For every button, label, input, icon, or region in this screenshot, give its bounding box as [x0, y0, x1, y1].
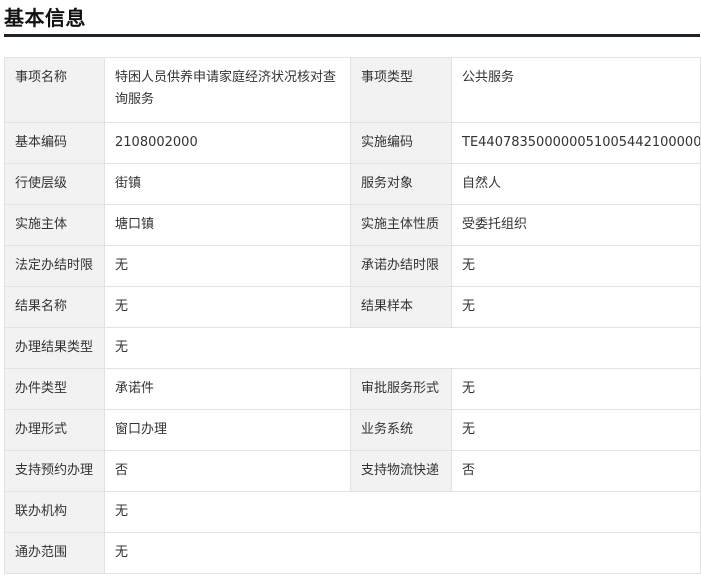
label-implementing-body: 实施主体: [4, 204, 105, 246]
label-item-type: 事项类型: [350, 57, 452, 123]
value-exercise-level: 街镇: [104, 163, 351, 205]
label-basic-code: 基本编码: [4, 122, 105, 164]
table-row: 支持预约办理 否 支持物流快递 否: [4, 450, 701, 492]
value-handling-form: 窗口办理: [104, 409, 351, 451]
label-exercise-level: 行使层级: [4, 163, 105, 205]
table-row: 基本编码 2108002000 实施编码 TE44078350000005100…: [4, 122, 701, 164]
label-item-name: 事项名称: [4, 57, 105, 123]
label-legal-time-limit: 法定办结时限: [4, 245, 105, 287]
table-row: 事项名称 特困人员供养申请家庭经济状况核对查询服务 事项类型 公共服务: [4, 57, 701, 123]
table-row: 实施主体 塘口镇 实施主体性质 受委托组织: [4, 204, 701, 246]
label-joint-agency: 联办机构: [4, 491, 105, 533]
label-approval-service-form: 审批服务形式: [350, 368, 452, 410]
value-general-scope: 无: [104, 532, 701, 574]
value-item-type: 公共服务: [451, 57, 701, 123]
table-row: 办件类型 承诺件 审批服务形式 无: [4, 368, 701, 410]
label-appointment-support: 支持预约办理: [4, 450, 105, 492]
value-implementing-body-nature: 受委托组织: [451, 204, 701, 246]
value-result-type: 无: [104, 327, 701, 369]
label-service-target: 服务对象: [350, 163, 452, 205]
value-implementing-body: 塘口镇: [104, 204, 351, 246]
section-title: 基本信息: [4, 6, 86, 30]
basic-info-table: 事项名称 特困人员供养申请家庭经济状况核对查询服务 事项类型 公共服务 基本编码…: [4, 57, 701, 574]
value-appointment-support: 否: [104, 450, 351, 492]
value-implementation-code: TE440783500000051005442100000019: [451, 122, 701, 164]
value-item-name: 特困人员供养申请家庭经济状况核对查询服务: [104, 57, 351, 123]
label-implementing-body-nature: 实施主体性质: [350, 204, 452, 246]
label-case-type: 办件类型: [4, 368, 105, 410]
label-express-delivery-support: 支持物流快递: [350, 450, 452, 492]
table-row: 通办范围 无: [4, 532, 701, 574]
value-business-system: 无: [451, 409, 701, 451]
value-case-type: 承诺件: [104, 368, 351, 410]
label-handling-form: 办理形式: [4, 409, 105, 451]
value-basic-code: 2108002000: [104, 122, 351, 164]
label-result-sample: 结果样本: [350, 286, 452, 328]
value-joint-agency: 无: [104, 491, 701, 533]
label-business-system: 业务系统: [350, 409, 452, 451]
table-row: 办理结果类型 无: [4, 327, 701, 369]
value-result-sample: 无: [451, 286, 701, 328]
label-result-type: 办理结果类型: [4, 327, 105, 369]
value-promised-time-limit: 无: [451, 245, 701, 287]
value-express-delivery-support: 否: [451, 450, 701, 492]
value-legal-time-limit: 无: [104, 245, 351, 287]
section-header: 基本信息: [4, 0, 700, 37]
table-row: 联办机构 无: [4, 491, 701, 533]
table-row: 办理形式 窗口办理 业务系统 无: [4, 409, 701, 451]
label-implementation-code: 实施编码: [350, 122, 452, 164]
label-result-name: 结果名称: [4, 286, 105, 328]
value-result-name: 无: [104, 286, 351, 328]
label-promised-time-limit: 承诺办结时限: [350, 245, 452, 287]
value-approval-service-form: 无: [451, 368, 701, 410]
table-row: 结果名称 无 结果样本 无: [4, 286, 701, 328]
label-general-scope: 通办范围: [4, 532, 105, 574]
table-row: 法定办结时限 无 承诺办结时限 无: [4, 245, 701, 287]
value-service-target: 自然人: [451, 163, 701, 205]
table-row: 行使层级 街镇 服务对象 自然人: [4, 163, 701, 205]
